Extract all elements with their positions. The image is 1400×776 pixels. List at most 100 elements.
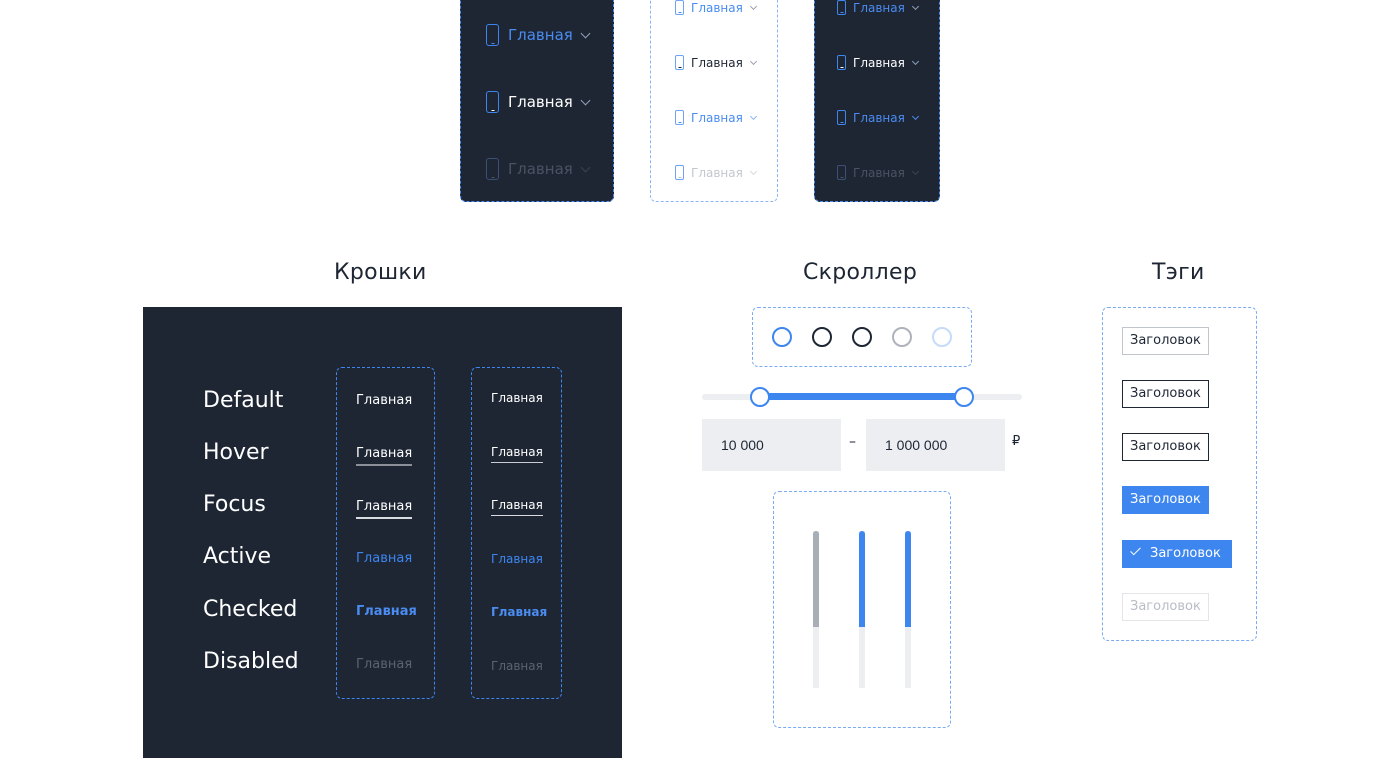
range-separator: –	[849, 434, 856, 450]
vertical-scrollbar-hover[interactable]	[859, 531, 865, 688]
range-slider-fill	[759, 393, 965, 400]
breadcrumb-default[interactable]: Главная	[356, 393, 412, 411]
pagination-dot-disabled[interactable]	[932, 327, 952, 347]
phone-icon	[486, 158, 499, 180]
breadcrumbs-title: Крошки	[334, 260, 427, 285]
state-label-focus: Focus	[203, 492, 266, 517]
state-label-default: Default	[203, 388, 284, 413]
menu-item-default[interactable]: Главная	[675, 55, 757, 70]
tag-default[interactable]: Заголовок	[1122, 327, 1209, 355]
tags-title: Тэги	[1152, 260, 1205, 285]
menu-item-label: Главная	[508, 26, 573, 44]
tag-label: Заголовок	[1130, 599, 1201, 614]
scroller-title: Скроллер	[803, 260, 918, 285]
menu-item-disabled[interactable]: Главная	[486, 158, 591, 180]
tag-label: Заголовок	[1130, 333, 1201, 348]
menu-item-checked[interactable]: Главная	[837, 110, 919, 125]
tag-label: Заголовок	[1130, 386, 1201, 401]
breadcrumb-checked[interactable]: Главная	[356, 604, 417, 622]
pagination-dot-focus[interactable]	[852, 327, 872, 347]
phone-icon	[675, 55, 684, 70]
menu-item-label: Главная	[691, 110, 743, 125]
check-icon	[1130, 544, 1141, 556]
vertical-scrollbar-default[interactable]	[813, 531, 819, 688]
ruble-icon: ₽	[1012, 434, 1021, 449]
breadcrumb-active[interactable]: Главная	[356, 551, 412, 569]
pagination-dot-default[interactable]	[892, 327, 912, 347]
chevron-down-icon	[911, 167, 919, 175]
phone-icon	[837, 55, 846, 70]
breadcrumb-column-small	[471, 367, 562, 699]
tag-checked[interactable]: Заголовок	[1122, 540, 1232, 568]
range-min-input[interactable]	[702, 419, 841, 471]
phone-icon	[675, 0, 684, 15]
tag-active[interactable]: Заголовок	[1122, 486, 1209, 514]
chevron-down-icon	[911, 57, 919, 65]
state-label-disabled: Disabled	[203, 649, 299, 674]
chevron-down-icon	[911, 2, 919, 10]
menu-item-label: Главная	[691, 0, 743, 15]
breadcrumb-hover[interactable]: Главная	[491, 445, 543, 463]
phone-icon	[837, 110, 846, 125]
tag-label: Заголовок	[1150, 546, 1221, 561]
state-label-checked: Checked	[203, 597, 298, 622]
breadcrumb-column-large	[336, 367, 435, 699]
menu-panel-large-dark: Главная Главная Главная	[460, 0, 614, 202]
menu-item-label: Главная	[853, 165, 905, 180]
menu-item-disabled[interactable]: Главная	[837, 165, 919, 180]
phone-icon	[675, 165, 684, 180]
menu-item-checked[interactable]: Главная	[675, 110, 757, 125]
breadcrumb-focus[interactable]: Главная	[356, 499, 413, 519]
phone-icon	[675, 110, 684, 125]
tag-focus[interactable]: Заголовок	[1122, 433, 1209, 461]
menu-item-label: Главная	[853, 110, 905, 125]
menu-item-label: Главная	[853, 55, 905, 70]
menu-item-label: Главная	[508, 93, 573, 111]
state-label-hover: Hover	[203, 440, 269, 465]
pagination-dot-active[interactable]	[772, 327, 792, 347]
menu-item-label: Главная	[691, 55, 743, 70]
menu-panel-small-dark: Главная Главная Главная Главная	[814, 0, 940, 202]
scrollbar-thumb[interactable]	[905, 531, 911, 627]
menu-item-label: Главная	[853, 0, 905, 15]
pagination-dot-hover[interactable]	[812, 327, 832, 347]
menu-item-active[interactable]: Главная	[675, 0, 757, 15]
tag-hover[interactable]: Заголовок	[1122, 380, 1209, 408]
breadcrumb-disabled[interactable]: Главная	[356, 657, 412, 675]
chevron-down-icon	[580, 162, 591, 172]
chevron-down-icon	[749, 167, 757, 175]
phone-icon	[486, 91, 499, 113]
breadcrumb-focus[interactable]: Главная	[491, 498, 543, 516]
breadcrumb-default[interactable]: Главная	[491, 391, 543, 408]
tag-label: Заголовок	[1130, 439, 1201, 454]
state-label-active: Active	[203, 544, 272, 569]
tag-disabled[interactable]: Заголовок	[1122, 593, 1209, 621]
chevron-down-icon	[749, 57, 757, 65]
menu-item-default[interactable]: Главная	[837, 55, 919, 70]
range-max-input[interactable]	[866, 419, 1005, 471]
menu-item-active[interactable]: Главная	[837, 0, 919, 15]
breadcrumb-active[interactable]: Главная	[491, 552, 543, 569]
tags-frame	[1102, 307, 1257, 641]
menu-item-label: Главная	[508, 160, 573, 178]
breadcrumb-disabled[interactable]: Главная	[491, 659, 543, 676]
menu-item-default[interactable]: Главная	[486, 91, 591, 113]
phone-icon	[486, 24, 499, 46]
chevron-down-icon	[580, 28, 591, 38]
menu-item-active[interactable]: Главная	[486, 24, 591, 46]
scrollbar-thumb[interactable]	[813, 531, 819, 627]
menu-item-disabled[interactable]: Главная	[675, 165, 757, 180]
chevron-down-icon	[749, 2, 757, 10]
chevron-down-icon	[911, 112, 919, 120]
range-slider-handle-max[interactable]	[954, 387, 975, 407]
breadcrumb-checked[interactable]: Главная	[491, 605, 547, 622]
vertical-scrollbar-active[interactable]	[905, 531, 911, 688]
phone-icon	[837, 165, 846, 180]
scrollbar-thumb[interactable]	[859, 531, 865, 627]
menu-panel-small-light: Главная Главная Главная Главная	[650, 0, 778, 202]
breadcrumb-hover[interactable]: Главная	[356, 446, 413, 466]
tag-label: Заголовок	[1130, 492, 1201, 507]
range-slider-handle-min[interactable]	[749, 387, 770, 407]
chevron-down-icon	[749, 112, 757, 120]
phone-icon	[837, 0, 846, 15]
